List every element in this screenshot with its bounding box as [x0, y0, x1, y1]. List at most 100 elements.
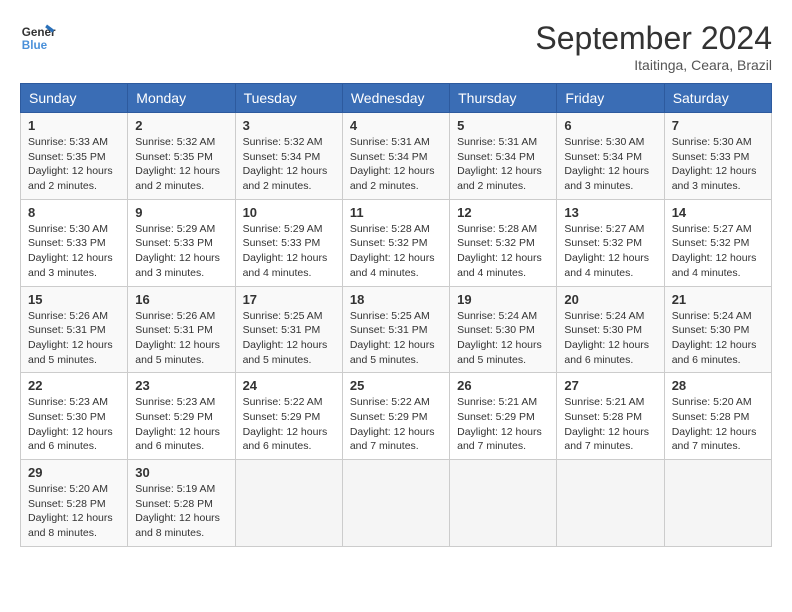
- cell-details: Sunrise: 5:32 AMSunset: 5:34 PMDaylight:…: [243, 135, 335, 194]
- calendar-cell: 5Sunrise: 5:31 AMSunset: 5:34 PMDaylight…: [450, 113, 557, 200]
- cell-details: Sunrise: 5:33 AMSunset: 5:35 PMDaylight:…: [28, 135, 120, 194]
- cell-details: Sunrise: 5:23 AMSunset: 5:30 PMDaylight:…: [28, 395, 120, 454]
- day-number: 8: [28, 205, 120, 220]
- cell-details: Sunrise: 5:22 AMSunset: 5:29 PMDaylight:…: [243, 395, 335, 454]
- cell-details: Sunrise: 5:24 AMSunset: 5:30 PMDaylight:…: [564, 309, 656, 368]
- column-header-sunday: Sunday: [21, 84, 128, 113]
- cell-details: Sunrise: 5:22 AMSunset: 5:29 PMDaylight:…: [350, 395, 442, 454]
- cell-details: Sunrise: 5:28 AMSunset: 5:32 PMDaylight:…: [350, 222, 442, 281]
- calendar-cell: [235, 460, 342, 547]
- cell-details: Sunrise: 5:30 AMSunset: 5:33 PMDaylight:…: [28, 222, 120, 281]
- cell-details: Sunrise: 5:27 AMSunset: 5:32 PMDaylight:…: [672, 222, 764, 281]
- day-number: 17: [243, 292, 335, 307]
- calendar-header-row: SundayMondayTuesdayWednesdayThursdayFrid…: [21, 84, 772, 113]
- day-number: 2: [135, 118, 227, 133]
- day-number: 7: [672, 118, 764, 133]
- calendar-cell: 13 Sunrise: 5:27 AMSunset: 5:32 PMDayligh…: [557, 199, 664, 286]
- calendar-week-row: 8 Sunrise: 5:30 AMSunset: 5:33 PMDaylight…: [21, 199, 772, 286]
- calendar-cell: [664, 460, 771, 547]
- calendar-cell: 3 Sunrise: 5:32 AMSunset: 5:34 PMDaylight…: [235, 113, 342, 200]
- calendar-cell: 30 Sunrise: 5:19 AMSunset: 5:28 PMDayligh…: [128, 460, 235, 547]
- calendar-cell: 26 Sunrise: 5:21 AMSunset: 5:29 PMDayligh…: [450, 373, 557, 460]
- calendar-cell: 1 Sunrise: 5:33 AMSunset: 5:35 PMDaylight…: [21, 113, 128, 200]
- calendar-cell: 23 Sunrise: 5:23 AMSunset: 5:29 PMDayligh…: [128, 373, 235, 460]
- calendar-cell: 27 Sunrise: 5:21 AMSunset: 5:28 PMDayligh…: [557, 373, 664, 460]
- calendar-cell: 18 Sunrise: 5:25 AMSunset: 5:31 PMDayligh…: [342, 286, 449, 373]
- day-number: 29: [28, 465, 120, 480]
- day-number: 4: [350, 118, 442, 133]
- cell-details: Sunrise: 5:30 AMSunset: 5:33 PMDaylight:…: [672, 135, 764, 194]
- column-header-tuesday: Tuesday: [235, 84, 342, 113]
- cell-details: Sunrise: 5:29 AMSunset: 5:33 PMDaylight:…: [135, 222, 227, 281]
- cell-details: Sunrise: 5:24 AMSunset: 5:30 PMDaylight:…: [457, 309, 549, 368]
- calendar-cell: 19Sunrise: 5:24 AMSunset: 5:30 PMDayligh…: [450, 286, 557, 373]
- calendar-cell: 28Sunrise: 5:20 AMSunset: 5:28 PMDayligh…: [664, 373, 771, 460]
- day-number: 30: [135, 465, 227, 480]
- cell-details: Sunrise: 5:27 AMSunset: 5:32 PMDaylight:…: [564, 222, 656, 281]
- cell-details: Sunrise: 5:20 AMSunset: 5:28 PMDaylight:…: [672, 395, 764, 454]
- page-header: General Blue September 2024 Itaitinga, C…: [20, 20, 772, 73]
- cell-details: Sunrise: 5:21 AMSunset: 5:28 PMDaylight:…: [564, 395, 656, 454]
- day-number: 18: [350, 292, 442, 307]
- day-number: 20: [564, 292, 656, 307]
- day-number: 26: [457, 378, 549, 393]
- day-number: 3: [243, 118, 335, 133]
- day-number: 1: [28, 118, 120, 133]
- calendar-cell: [342, 460, 449, 547]
- calendar-cell: 11 Sunrise: 5:28 AMSunset: 5:32 PMDayligh…: [342, 199, 449, 286]
- cell-details: Sunrise: 5:21 AMSunset: 5:29 PMDaylight:…: [457, 395, 549, 454]
- cell-details: Sunrise: 5:19 AMSunset: 5:28 PMDaylight:…: [135, 482, 227, 541]
- location: Itaitinga, Ceara, Brazil: [535, 57, 772, 73]
- column-header-friday: Friday: [557, 84, 664, 113]
- calendar-cell: 4 Sunrise: 5:31 AMSunset: 5:34 PMDaylight…: [342, 113, 449, 200]
- calendar-cell: 10Sunrise: 5:29 AMSunset: 5:33 PMDayligh…: [235, 199, 342, 286]
- cell-details: Sunrise: 5:26 AMSunset: 5:31 PMDaylight:…: [135, 309, 227, 368]
- calendar-cell: 21Sunrise: 5:24 AMSunset: 5:30 PMDayligh…: [664, 286, 771, 373]
- day-number: 9: [135, 205, 227, 220]
- day-number: 16: [135, 292, 227, 307]
- calendar-cell: [450, 460, 557, 547]
- calendar-week-row: 29Sunrise: 5:20 AMSunset: 5:28 PMDayligh…: [21, 460, 772, 547]
- calendar-cell: 29Sunrise: 5:20 AMSunset: 5:28 PMDayligh…: [21, 460, 128, 547]
- cell-details: Sunrise: 5:30 AMSunset: 5:34 PMDaylight:…: [564, 135, 656, 194]
- calendar-cell: 14 Sunrise: 5:27 AMSunset: 5:32 PMDayligh…: [664, 199, 771, 286]
- column-header-monday: Monday: [128, 84, 235, 113]
- calendar-week-row: 22 Sunrise: 5:23 AMSunset: 5:30 PMDayligh…: [21, 373, 772, 460]
- day-number: 23: [135, 378, 227, 393]
- day-number: 11: [350, 205, 442, 220]
- calendar-cell: 2 Sunrise: 5:32 AMSunset: 5:35 PMDaylight…: [128, 113, 235, 200]
- day-number: 27: [564, 378, 656, 393]
- logo: General Blue: [20, 20, 56, 56]
- cell-details: Sunrise: 5:25 AMSunset: 5:31 PMDaylight:…: [243, 309, 335, 368]
- logo-icon: General Blue: [20, 20, 56, 56]
- cell-details: Sunrise: 5:23 AMSunset: 5:29 PMDaylight:…: [135, 395, 227, 454]
- day-number: 12: [457, 205, 549, 220]
- cell-details: Sunrise: 5:26 AMSunset: 5:31 PMDaylight:…: [28, 309, 120, 368]
- column-header-thursday: Thursday: [450, 84, 557, 113]
- calendar-cell: 12Sunrise: 5:28 AMSunset: 5:32 PMDayligh…: [450, 199, 557, 286]
- cell-details: Sunrise: 5:25 AMSunset: 5:31 PMDaylight:…: [350, 309, 442, 368]
- svg-text:Blue: Blue: [22, 39, 48, 52]
- day-number: 15: [28, 292, 120, 307]
- month-title: September 2024: [535, 20, 772, 57]
- calendar-cell: 16 Sunrise: 5:26 AMSunset: 5:31 PMDayligh…: [128, 286, 235, 373]
- calendar-cell: 6Sunrise: 5:30 AMSunset: 5:34 PMDaylight…: [557, 113, 664, 200]
- cell-details: Sunrise: 5:24 AMSunset: 5:30 PMDaylight:…: [672, 309, 764, 368]
- calendar-cell: 17 Sunrise: 5:25 AMSunset: 5:31 PMDayligh…: [235, 286, 342, 373]
- calendar-table: SundayMondayTuesdayWednesdayThursdayFrid…: [20, 83, 772, 547]
- title-block: September 2024 Itaitinga, Ceara, Brazil: [535, 20, 772, 73]
- day-number: 22: [28, 378, 120, 393]
- cell-details: Sunrise: 5:31 AMSunset: 5:34 PMDaylight:…: [350, 135, 442, 194]
- calendar-cell: 20 Sunrise: 5:24 AMSunset: 5:30 PMDayligh…: [557, 286, 664, 373]
- calendar-cell: 9 Sunrise: 5:29 AMSunset: 5:33 PMDaylight…: [128, 199, 235, 286]
- column-header-saturday: Saturday: [664, 84, 771, 113]
- day-number: 14: [672, 205, 764, 220]
- day-number: 13: [564, 205, 656, 220]
- column-header-wednesday: Wednesday: [342, 84, 449, 113]
- cell-details: Sunrise: 5:32 AMSunset: 5:35 PMDaylight:…: [135, 135, 227, 194]
- calendar-cell: 22 Sunrise: 5:23 AMSunset: 5:30 PMDayligh…: [21, 373, 128, 460]
- calendar-week-row: 1 Sunrise: 5:33 AMSunset: 5:35 PMDaylight…: [21, 113, 772, 200]
- calendar-cell: 15 Sunrise: 5:26 AMSunset: 5:31 PMDayligh…: [21, 286, 128, 373]
- calendar-cell: 24Sunrise: 5:22 AMSunset: 5:29 PMDayligh…: [235, 373, 342, 460]
- calendar-cell: 8 Sunrise: 5:30 AMSunset: 5:33 PMDaylight…: [21, 199, 128, 286]
